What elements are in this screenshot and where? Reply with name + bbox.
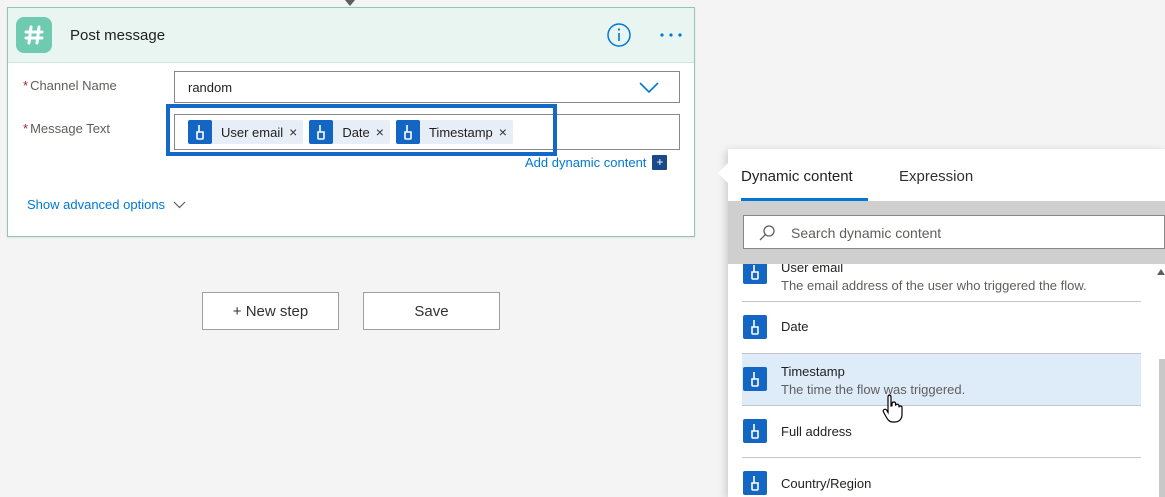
required-mark: *: [23, 121, 29, 136]
more-dots-icon[interactable]: [656, 22, 686, 48]
hand-tap-icon: [188, 120, 212, 144]
token-user-email[interactable]: User email ×: [188, 120, 304, 144]
hand-tap-icon: [309, 120, 334, 144]
chevron-down-icon[interactable]: [639, 82, 659, 94]
post-message-card: Post message * Channel Name random * Messa…: [7, 7, 695, 237]
card-title: Post message: [70, 27, 166, 44]
token-timestamp[interactable]: Timestamp ×: [395, 120, 513, 144]
channel-name-label-text: Channel Name: [30, 78, 117, 93]
add-dynamic-content-label: Add dynamic content: [525, 155, 647, 170]
tokens-highlight: User email × Date × Timestamp ×: [166, 104, 557, 156]
info-icon[interactable]: [606, 22, 632, 48]
search-area: Search dynamic content: [728, 201, 1165, 264]
search-placeholder: Search dynamic content: [791, 225, 942, 241]
item-description: The time the flow was triggered.: [781, 382, 966, 397]
remove-token-button[interactable]: ×: [376, 124, 390, 140]
list-item-date[interactable]: Date: [742, 302, 1141, 354]
item-description: The email address of the user who trigge…: [781, 278, 1087, 293]
panel-caret: [718, 163, 728, 183]
hand-tap-icon: [743, 471, 767, 495]
panel-tabs: Dynamic content Expression: [728, 149, 1165, 201]
token-label: Date: [342, 124, 370, 140]
hand-tap-icon: [743, 419, 767, 443]
item-name: Country/Region: [781, 476, 872, 491]
connector-arrow-icon: [345, 0, 355, 6]
new-step-button[interactable]: + New step: [202, 292, 339, 330]
hand-tap-icon: [395, 120, 420, 144]
token-date[interactable]: Date ×: [309, 120, 390, 144]
show-advanced-options-link[interactable]: Show advanced options: [27, 197, 186, 212]
item-name: Timestamp: [781, 364, 845, 379]
slack-hash-icon: [16, 17, 52, 53]
scrollbar-thumb[interactable]: [1159, 359, 1165, 497]
tab-dynamic-content[interactable]: Dynamic content: [741, 168, 853, 185]
token-label: Timestamp: [428, 124, 493, 140]
save-button[interactable]: Save: [363, 292, 500, 330]
plus-icon: +: [652, 155, 668, 170]
chevron-down-icon: [173, 201, 186, 208]
required-mark: *: [23, 78, 29, 93]
list-item-country-region[interactable]: Country/Region: [742, 458, 1141, 497]
card-header[interactable]: Post message: [8, 8, 694, 63]
remove-token-button[interactable]: ×: [289, 124, 303, 140]
item-name: User email: [781, 264, 844, 275]
message-text-label: * Message Text: [23, 121, 110, 136]
show-advanced-options-label: Show advanced options: [27, 197, 166, 212]
channel-name-value: random: [188, 80, 233, 95]
token-list: User email × Date × Timestamp ×: [188, 120, 513, 144]
hand-cursor-icon: [882, 394, 903, 423]
item-name: Full address: [781, 424, 852, 439]
remove-token-button[interactable]: ×: [499, 124, 513, 140]
search-dynamic-content-input[interactable]: Search dynamic content: [743, 215, 1165, 249]
scroll-up-arrow-icon[interactable]: [1157, 267, 1165, 277]
token-label: User email: [221, 124, 284, 140]
list-item-full-address[interactable]: Full address: [742, 406, 1141, 458]
search-icon: [759, 225, 775, 241]
add-dynamic-content-link[interactable]: Add dynamic content +: [525, 155, 668, 170]
channel-name-label: * Channel Name: [23, 78, 117, 93]
hand-tap-icon: [743, 315, 767, 339]
channel-name-select[interactable]: random: [174, 71, 680, 103]
list-item-user-email[interactable]: User email The email address of the user…: [742, 264, 1141, 302]
list-item-timestamp[interactable]: Timestamp The time the flow was triggere…: [742, 354, 1141, 406]
message-text-label-text: Message Text: [30, 121, 111, 136]
item-name: Date: [781, 319, 809, 334]
dynamic-content-list: User email The email address of the user…: [728, 264, 1165, 497]
tab-expression[interactable]: Expression: [899, 168, 973, 185]
hand-tap-icon: [743, 367, 767, 391]
dynamic-content-panel: Dynamic content Expression Search dynami…: [718, 149, 1165, 497]
hand-tap-icon: [743, 264, 767, 284]
